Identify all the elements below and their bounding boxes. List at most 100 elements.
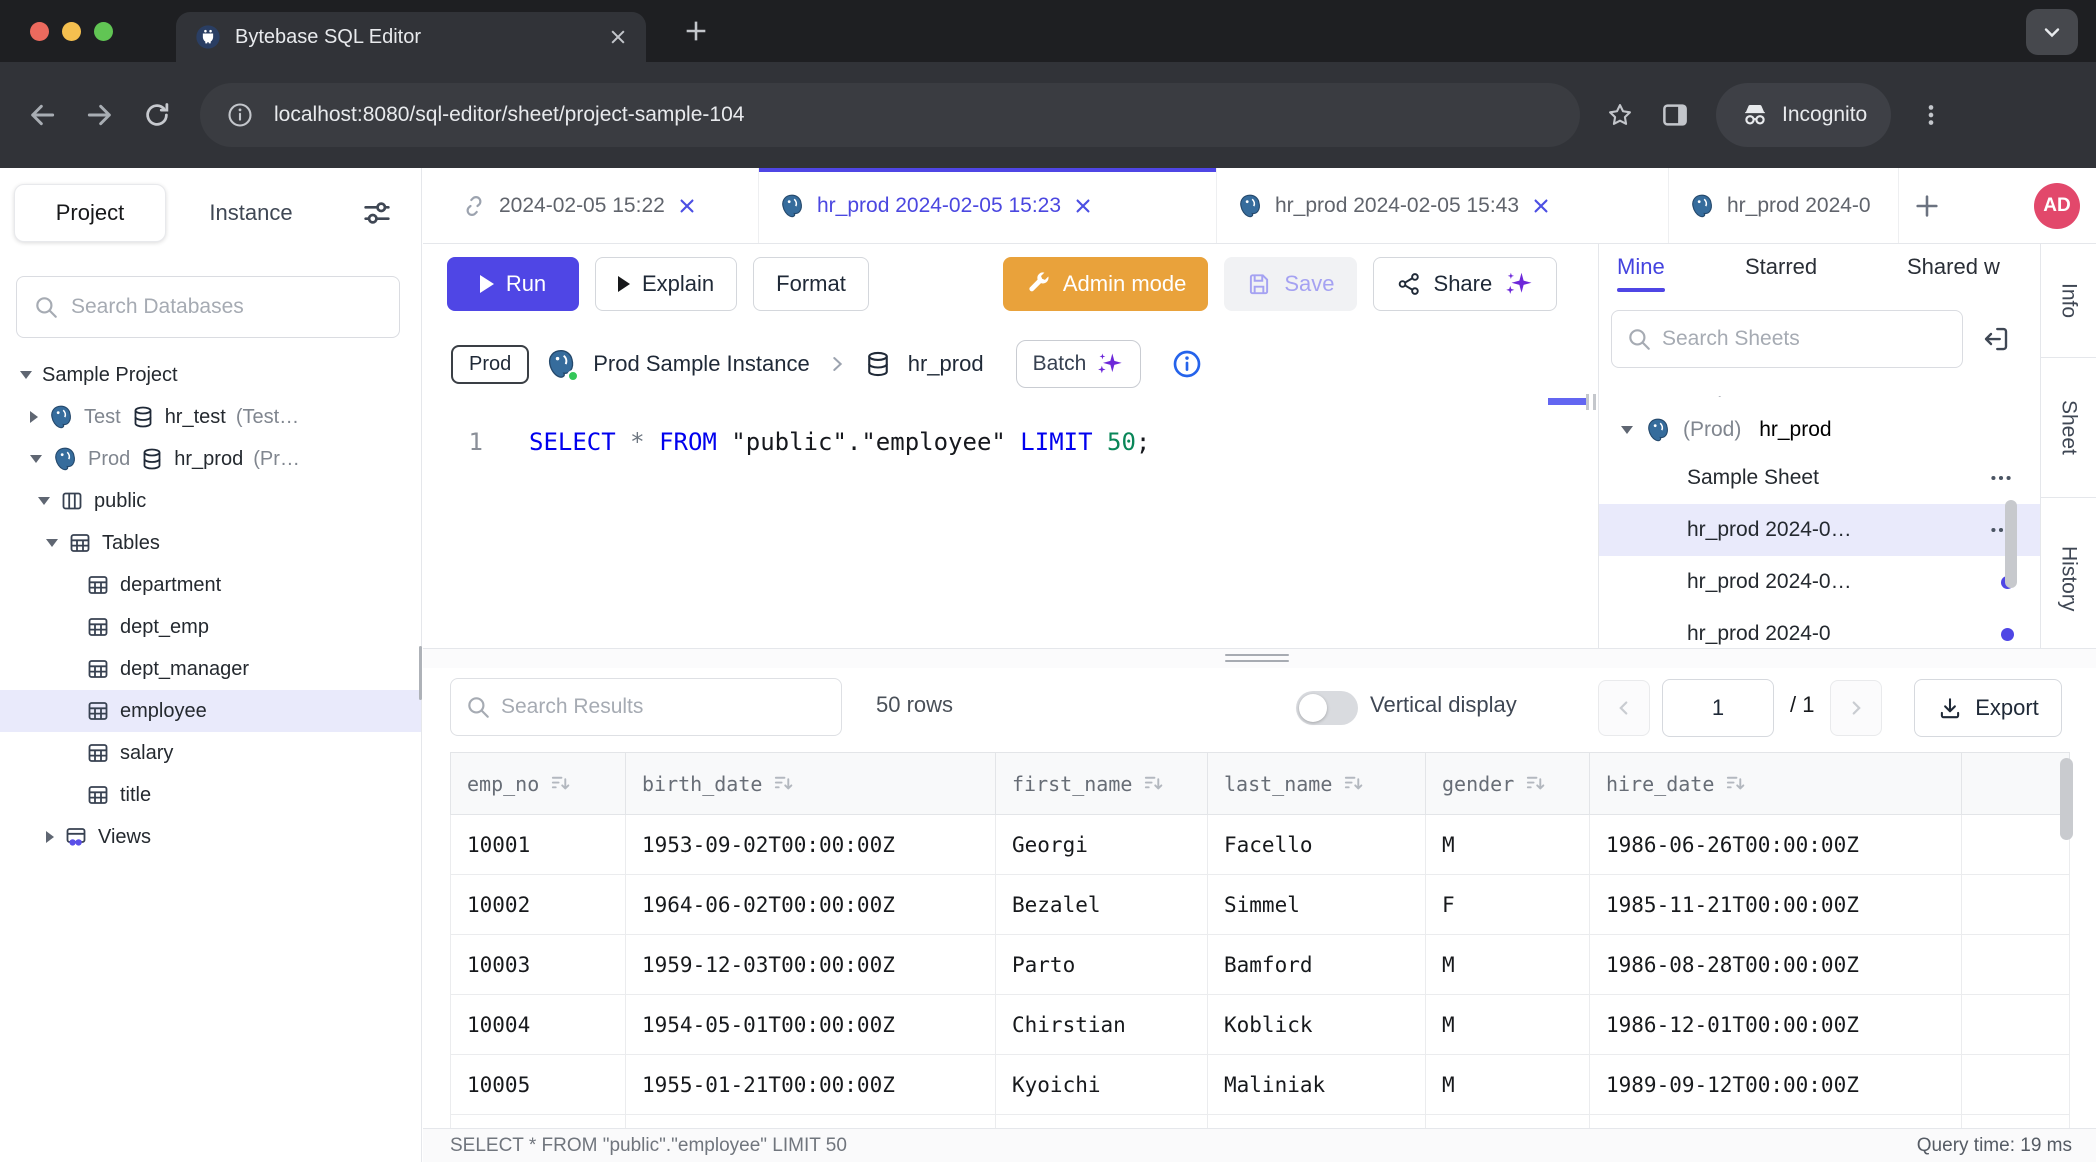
- tab-search-chevron-button[interactable]: [2026, 9, 2078, 55]
- table-row[interactable]: 100051955-01-21T00:00:00ZKyoichiMaliniak…: [451, 1055, 2070, 1115]
- editor-tab[interactable]: hr_prod 2024-02-05 15:23: [759, 168, 1217, 243]
- table-cell[interactable]: 1986-08-28T00:00:00Z: [1590, 935, 1962, 995]
- table-cell[interactable]: Maliniak: [1208, 1055, 1426, 1115]
- url-bar[interactable]: localhost:8080/sql-editor/sheet/project-…: [200, 83, 1580, 147]
- table-cell[interactable]: 1985-11-21T00:00:00Z: [1590, 875, 1962, 935]
- caret-down-icon[interactable]: [1621, 426, 1633, 434]
- filter-settings-icon[interactable]: [360, 196, 394, 230]
- profile-avatar[interactable]: AD: [2034, 183, 2080, 229]
- table-row[interactable]: 100041954-05-01T00:00:00ZChirstianKoblic…: [451, 995, 2070, 1055]
- table-cell[interactable]: Facello: [1208, 815, 1426, 875]
- side-tab-history[interactable]: History: [2041, 498, 2096, 660]
- sort-icon[interactable]: [1724, 772, 1747, 795]
- close-tab-icon[interactable]: [677, 196, 697, 216]
- database-name[interactable]: hr_prod: [908, 351, 984, 377]
- table-cell[interactable]: Chirstian: [996, 995, 1208, 1055]
- tree-item-employee[interactable]: employee: [0, 690, 421, 732]
- table-cell[interactable]: Simmel: [1208, 875, 1426, 935]
- new-sheet-button[interactable]: [1913, 192, 1941, 220]
- tab-instance[interactable]: Instance: [166, 184, 336, 242]
- tree-item-public[interactable]: public: [0, 480, 421, 522]
- browser-menu-icon[interactable]: [1917, 101, 1945, 129]
- editor-tab[interactable]: 2024-02-05 15:22: [441, 168, 759, 243]
- sheet-item[interactable]: hr_prod 2024-0…: [1599, 556, 2040, 608]
- side-panel-icon[interactable]: [1660, 100, 1690, 130]
- page-number-input[interactable]: [1662, 679, 1774, 737]
- sheet-item-clipped[interactable]: hr_prod 2024-0…: [1599, 396, 2040, 408]
- tree-item-Sample Project[interactable]: Sample Project: [0, 354, 421, 396]
- side-tab-sheet[interactable]: Sheet: [2041, 358, 2096, 498]
- sheet-item[interactable]: Sample Sheet: [1599, 452, 2040, 504]
- tree-item-hr_test[interactable]: Testhr_test (Test…: [0, 396, 421, 438]
- bookmark-star-icon[interactable]: [1606, 101, 1634, 129]
- panel-resize-handle[interactable]: [1586, 394, 1596, 410]
- sheet-tab-mine[interactable]: Mine: [1617, 254, 1665, 280]
- caret-down-icon[interactable]: [30, 455, 42, 463]
- caret-right-icon[interactable]: [46, 831, 54, 843]
- tree-item-hr_prod[interactable]: Prodhr_prod (Pr…: [0, 438, 421, 480]
- table-cell[interactable]: 10004: [451, 995, 626, 1055]
- table-cell[interactable]: Bamford: [1208, 935, 1426, 995]
- column-header-birth_date[interactable]: birth_date: [626, 753, 996, 815]
- sql-editor[interactable]: 1 SELECT * FROM "public"."employee" LIMI…: [423, 406, 1556, 648]
- vertical-display-toggle[interactable]: [1296, 691, 1358, 725]
- sort-icon[interactable]: [1342, 772, 1365, 795]
- batch-button[interactable]: Batch: [1016, 340, 1142, 388]
- url-text[interactable]: localhost:8080/sql-editor/sheet/project-…: [274, 103, 744, 127]
- maximize-window-button[interactable]: [94, 22, 113, 41]
- side-tab-info[interactable]: Info: [2041, 244, 2096, 358]
- table-row[interactable]: 100061953-04-20T00:00:00ZAnnekePreusigF1…: [451, 1115, 2070, 1129]
- column-header-first_name[interactable]: first_name: [996, 753, 1208, 815]
- editor-tab[interactable]: hr_prod 2024-0: [1669, 168, 1899, 243]
- table-cell[interactable]: 1953-04-20T00:00:00Z: [626, 1115, 996, 1129]
- forward-button[interactable]: [84, 99, 116, 131]
- reload-button[interactable]: [142, 100, 172, 130]
- format-button[interactable]: Format: [753, 257, 869, 311]
- results-search-box[interactable]: [450, 678, 842, 736]
- table-cell[interactable]: Kyoichi: [996, 1055, 1208, 1115]
- explain-button[interactable]: Explain: [595, 257, 737, 311]
- sheet-search-box[interactable]: [1611, 310, 1963, 368]
- table-cell[interactable]: M: [1426, 935, 1590, 995]
- table-row[interactable]: 100021964-06-02T00:00:00ZBezalelSimmelF1…: [451, 875, 2070, 935]
- table-cell[interactable]: 1986-06-26T00:00:00Z: [1590, 815, 1962, 875]
- sheet-tab-starred[interactable]: Starred: [1745, 254, 1817, 280]
- table-cell[interactable]: Koblick: [1208, 995, 1426, 1055]
- tree-item-Views[interactable]: Views: [0, 816, 421, 858]
- database-search-input[interactable]: [71, 295, 383, 319]
- sheet-item-menu-icon[interactable]: [1988, 465, 2014, 491]
- table-cell[interactable]: 1953-09-02T00:00:00Z: [626, 815, 996, 875]
- table-row[interactable]: 100031959-12-03T00:00:00ZPartoBamfordM19…: [451, 935, 2070, 995]
- sheet-list-scrollbar[interactable]: [2005, 500, 2017, 588]
- browser-tab[interactable]: Bytebase SQL Editor: [176, 12, 646, 62]
- tree-item-Tables[interactable]: Tables: [0, 522, 421, 564]
- export-button[interactable]: Export: [1914, 679, 2062, 737]
- table-cell[interactable]: 10006: [451, 1115, 626, 1129]
- admin-mode-button[interactable]: Admin mode: [1003, 257, 1209, 311]
- site-info-icon[interactable]: [226, 101, 254, 129]
- editor-tab[interactable]: hr_prod 2024-02-05 15:43: [1217, 168, 1669, 243]
- table-cell[interactable]: M: [1426, 815, 1590, 875]
- previous-page-button[interactable]: [1598, 680, 1650, 736]
- import-sheet-icon[interactable]: [1981, 324, 2011, 354]
- close-window-button[interactable]: [30, 22, 49, 41]
- connection-info-icon[interactable]: [1171, 348, 1203, 380]
- caret-down-icon[interactable]: [20, 371, 32, 379]
- sheet-item[interactable]: hr_prod 2024-0…: [1599, 504, 2040, 556]
- sheet-item[interactable]: hr_prod 2024-0: [1599, 608, 2040, 648]
- table-cell[interactable]: 1954-05-01T00:00:00Z: [626, 995, 996, 1055]
- table-cell[interactable]: Anneke: [996, 1115, 1208, 1129]
- sheet-search-input[interactable]: [1662, 327, 1948, 351]
- table-cell[interactable]: 10003: [451, 935, 626, 995]
- table-cell[interactable]: 1989-09-12T00:00:00Z: [1590, 1055, 1962, 1115]
- caret-right-icon[interactable]: [30, 411, 38, 423]
- table-cell[interactable]: M: [1426, 995, 1590, 1055]
- close-tab-icon[interactable]: [608, 27, 628, 47]
- split-divider[interactable]: [423, 648, 2096, 668]
- table-cell[interactable]: 1986-12-01T00:00:00Z: [1590, 995, 1962, 1055]
- run-button[interactable]: Run: [447, 257, 579, 311]
- results-search-input[interactable]: [501, 695, 827, 719]
- column-header-gender[interactable]: gender: [1426, 753, 1590, 815]
- caret-down-icon[interactable]: [38, 497, 50, 505]
- table-cell[interactable]: F: [1426, 1115, 1590, 1129]
